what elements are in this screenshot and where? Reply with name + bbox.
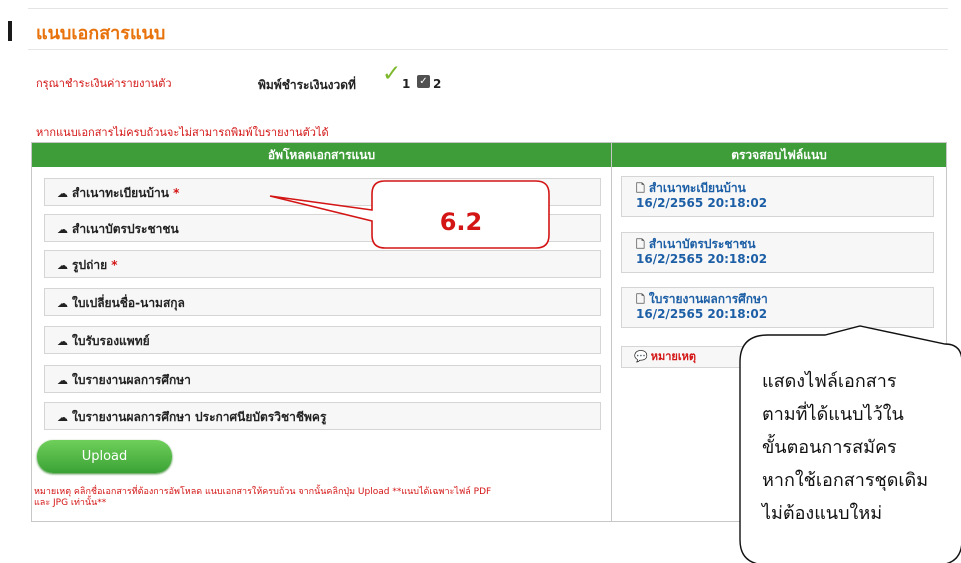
explanation-line: ไม่ต้องแนบใหม่	[760, 502, 882, 524]
callout-6-2-shape	[269, 180, 550, 249]
annotation-layer: 6.2 แสดงไฟล์เอกสาร ตามที่ได้แนบไว้ใน ขั้…	[269, 180, 961, 563]
explanation-line: ขั้นตอนการสมัคร	[762, 434, 897, 458]
callout-6-2-label: 6.2	[440, 208, 483, 236]
explanation-line: แสดงไฟล์เอกสาร	[762, 370, 897, 392]
explanation-line: หากใช้เอกสารชุดเดิม	[762, 469, 928, 491]
explanation-line: ตามที่ได้แนบไว้ใน	[762, 401, 904, 425]
